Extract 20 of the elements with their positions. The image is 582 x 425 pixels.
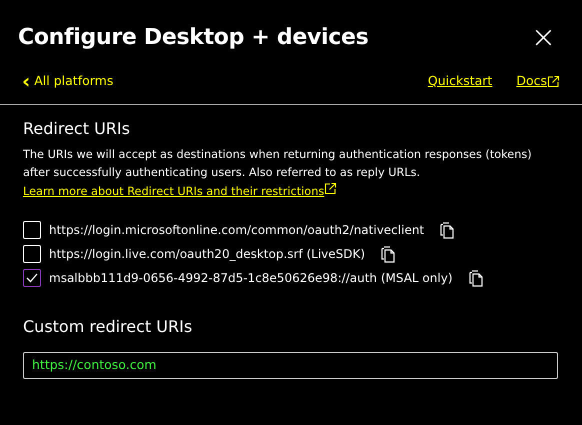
section-heading: Redirect URIs [23,119,131,138]
learn-more-link[interactable]: Learn more about Redirect URIs and their restrictions [23,185,324,198]
checkbox[interactable] [23,269,41,288]
uri-label: msalbbb111d9-0656-4992-87d5-1c8e50626e98://auth (MSAL only) [49,270,452,288]
close-button[interactable]: × [526,23,560,53]
external-link-icon [547,74,560,88]
check-icon [26,273,38,284]
chevron-left-icon: ‹ [22,74,30,88]
description-text: The URIs we will accept as destinations when returning authentication responses (tokens) after successfully authenticating users. Also referred to as reply URLs. Learn more about Redirect URIs and their restrictions [23,147,533,200]
external-link-icon [324,182,338,196]
uri-input-field[interactable]: https://contoso.com [23,352,558,380]
uri-label: https://login.live.com/oauth20_desktop.srf (LiveSDK) [49,246,366,264]
nav-link[interactable]: Quickstart [428,72,492,90]
panel-title: Configure Desktop + devices [18,24,368,52]
copy-icon[interactable] [440,222,456,239]
nav-link[interactable]: Docs [516,72,547,90]
copy-icon[interactable] [381,246,396,263]
section-heading: Custom redirect URIs [23,317,194,336]
copy-icon[interactable] [468,270,484,287]
uri-label: https://login.microsoftonline.com/common/oauth2/nativeclient [49,222,424,240]
